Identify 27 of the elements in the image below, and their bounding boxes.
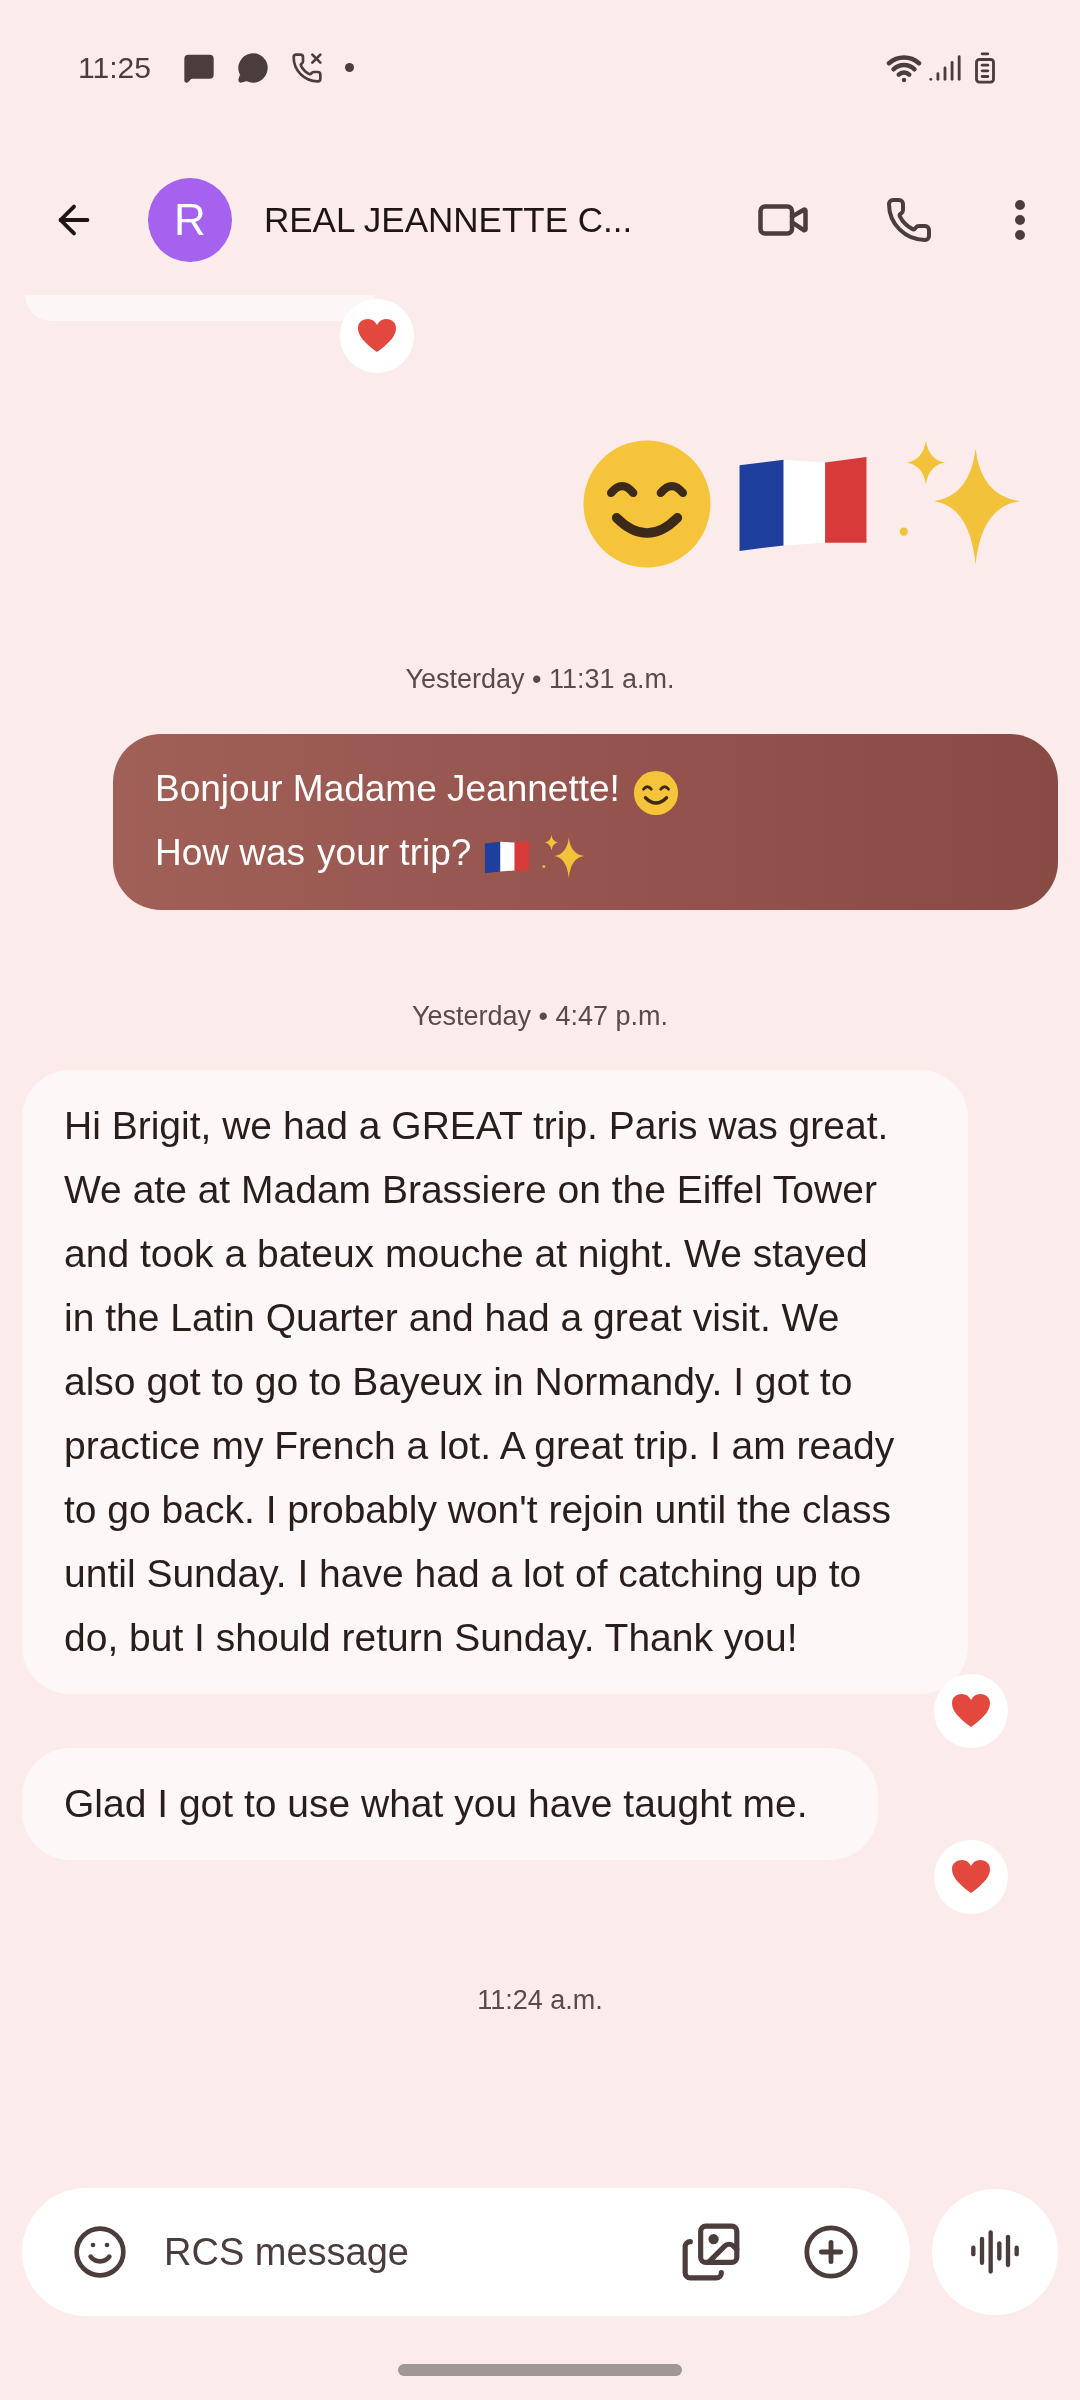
smiling-face-icon xyxy=(631,768,680,817)
heart-icon xyxy=(951,1693,991,1730)
more-icon xyxy=(1015,200,1025,240)
message-text: Bonjour Madame Jeannette! xyxy=(155,767,620,809)
missed-call-icon xyxy=(290,51,323,84)
message-text: your trip? xyxy=(317,831,472,873)
message-bubble[interactable] xyxy=(22,1070,968,1695)
message-text: How was xyxy=(155,831,306,873)
message-input-field[interactable]: RCS message xyxy=(22,2188,910,2316)
message-text: Glad I got to use what you have taught me. xyxy=(64,1782,808,1826)
heart-icon xyxy=(951,1859,991,1896)
timestamp: Yesterday • 4:47 p.m. xyxy=(411,999,669,1033)
contact-name[interactable]: REAL JEANNETTE C... xyxy=(264,193,633,247)
gallery-icon xyxy=(680,2221,742,2283)
phone-icon xyxy=(885,196,933,244)
emoji-icon xyxy=(72,2224,128,2280)
contact-avatar[interactable]: R xyxy=(148,178,232,262)
messenger-icon xyxy=(236,51,269,84)
add-icon xyxy=(802,2223,860,2281)
timestamp: 11:24 a.m. xyxy=(477,1984,603,2018)
heart-icon xyxy=(357,318,397,354)
message-bubble[interactable]: Glad I got to use what you have taught me. xyxy=(22,1748,878,1861)
timestamp: Yesterday • 11:31 a.m. xyxy=(405,663,675,696)
message-bubble[interactable]: Bonjour Madame Jeannette! How was your trip? xyxy=(113,733,1058,910)
status-time: 11:25 xyxy=(78,50,151,86)
message-input[interactable]: RCS message xyxy=(164,2223,680,2281)
message-text: Hi Brigit, we had a GREAT trip. Paris was great. We ate at Madam Brassiere on the Eiffel Tower and took a bateux mouche at night. We stayed in the Latin Quarter and had a great visit. We also got to go to Bayeux in Normandy. I got to practice my French a lot. A great trip. I am ready to go back. I probably won't rejoin until the class until Sunday. I have had a lot of catching up to do, but I should return Sunday. Thank you! xyxy=(64,1104,895,1660)
